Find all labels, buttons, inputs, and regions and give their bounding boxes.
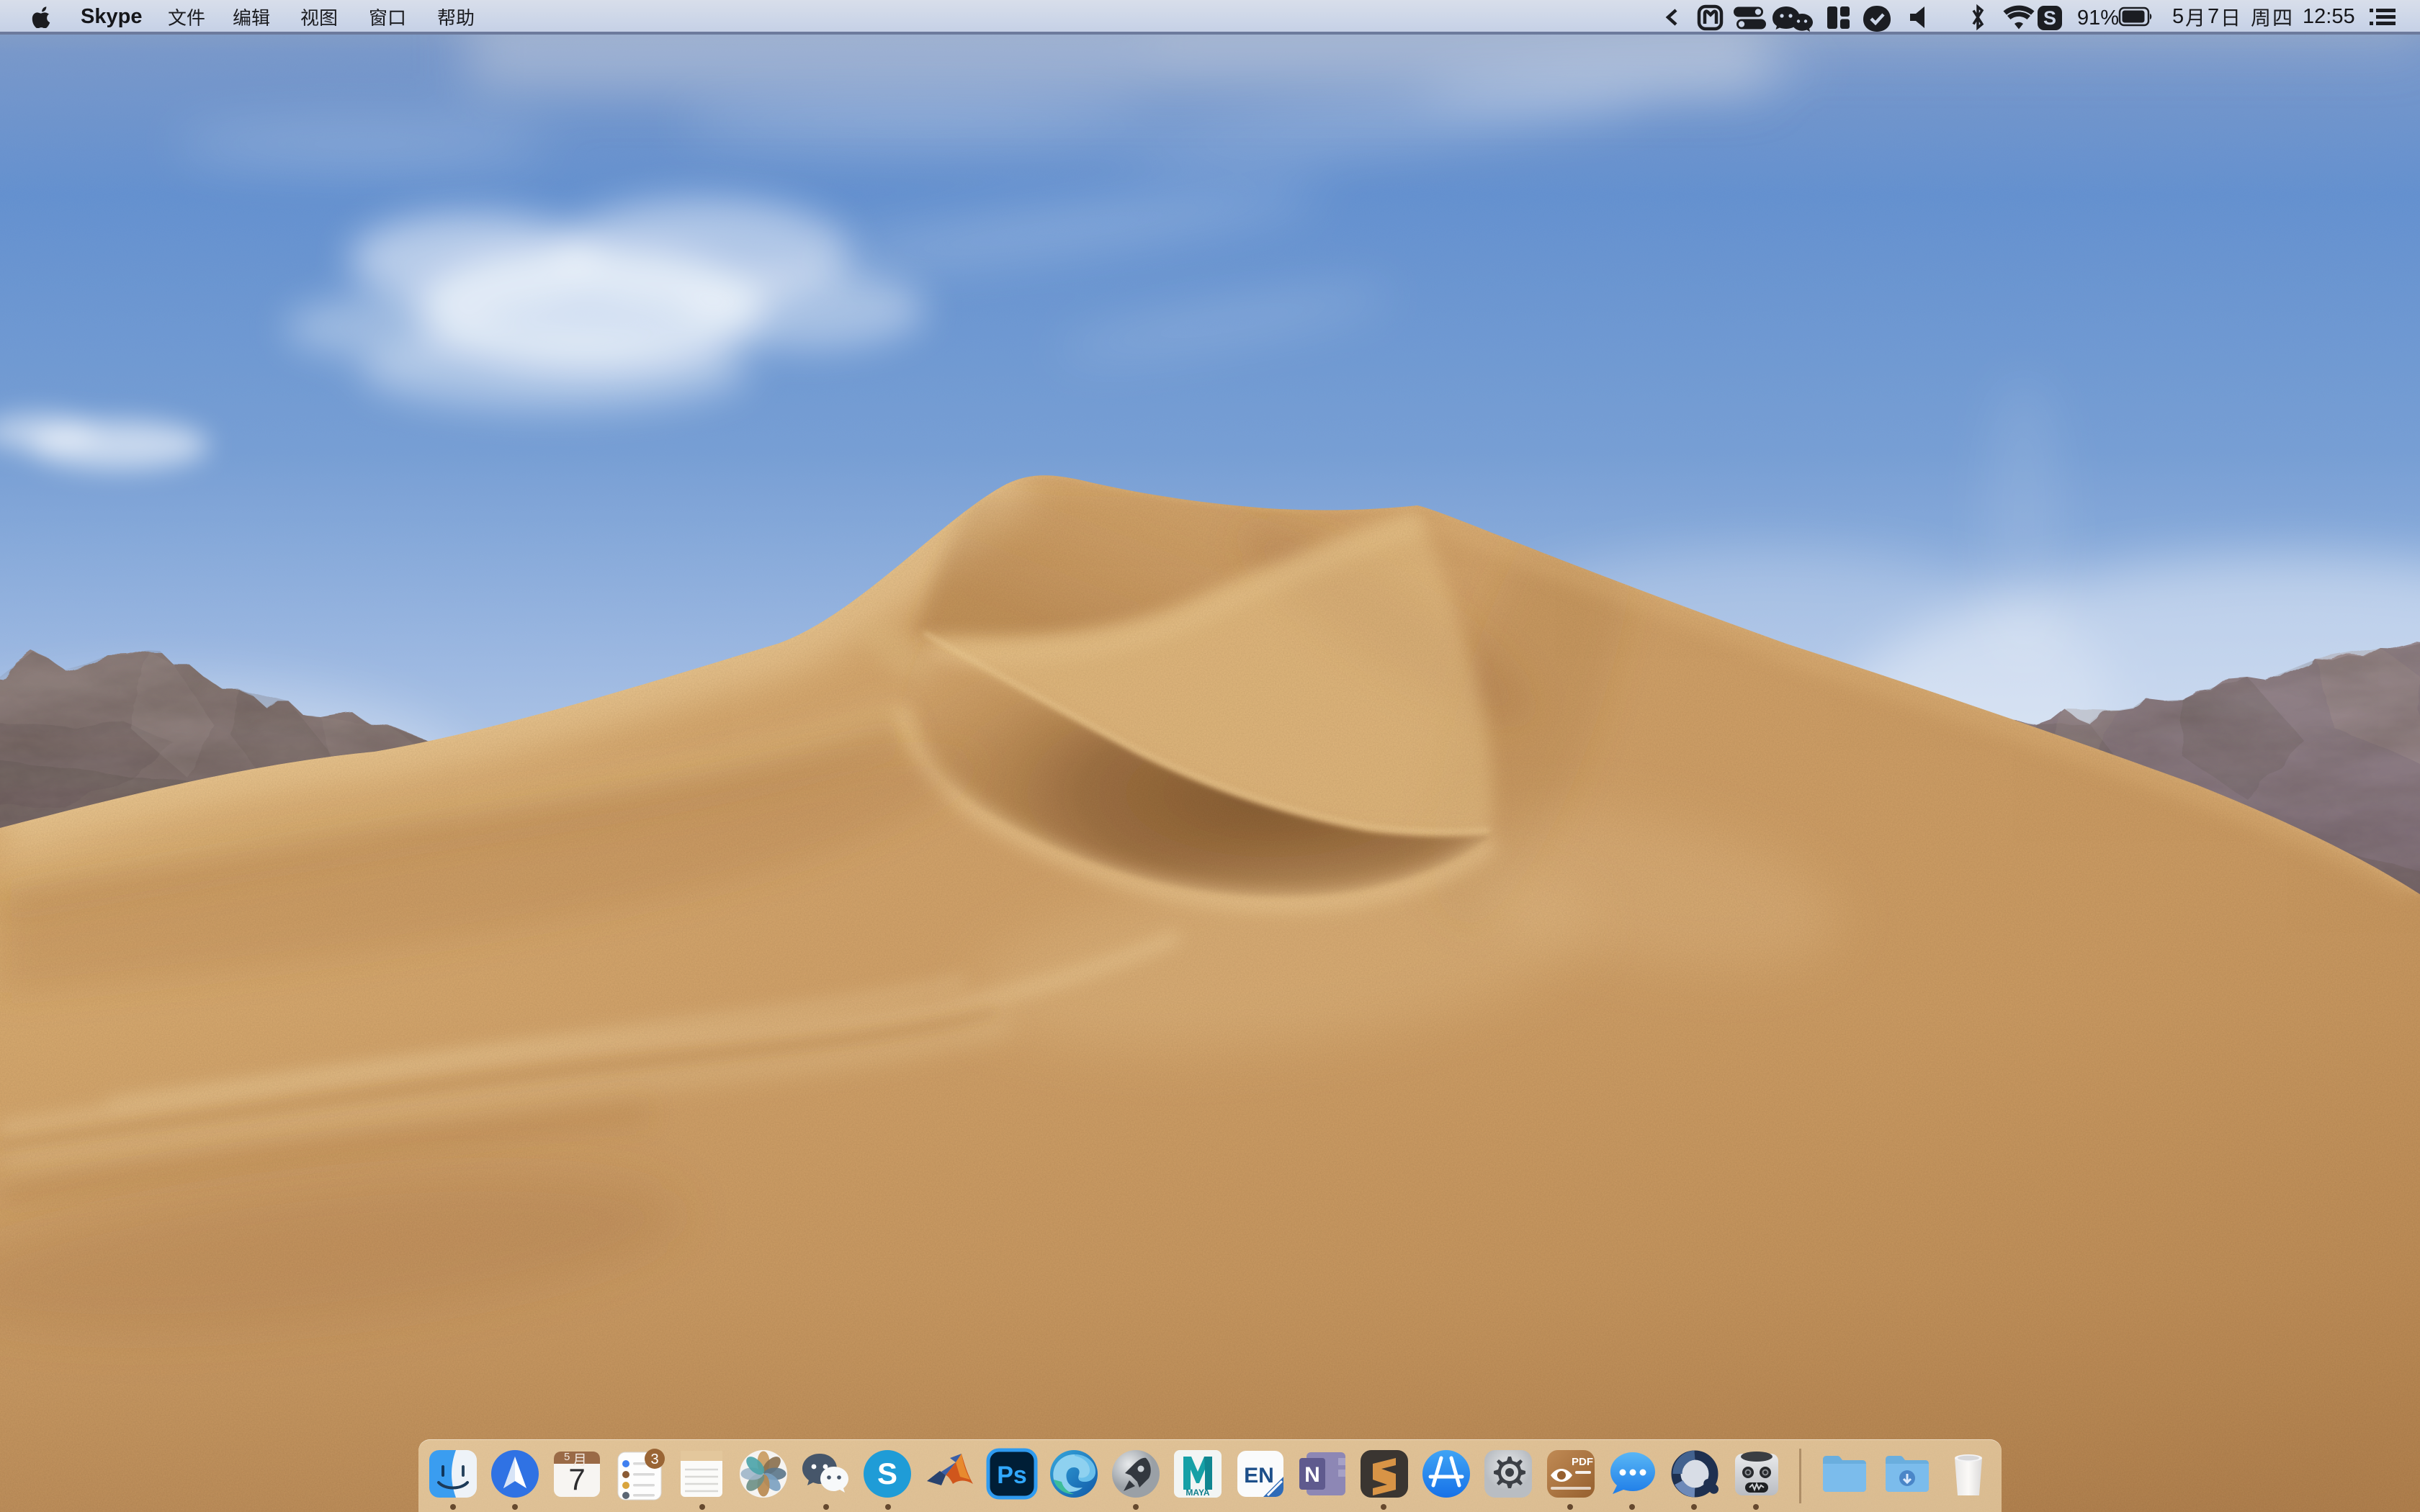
svg-text:Ps: Ps bbox=[997, 1462, 1027, 1489]
svg-text:MAYA: MAYA bbox=[1186, 1488, 1209, 1498]
svg-text:EN: EN bbox=[1244, 1464, 1274, 1488]
svg-text:PDF: PDF bbox=[1572, 1456, 1593, 1468]
svg-text:7: 7 bbox=[568, 1462, 585, 1496]
svg-text:S: S bbox=[877, 1457, 897, 1490]
svg-text:3: 3 bbox=[650, 1452, 658, 1467]
svg-text:N: N bbox=[1304, 1463, 1320, 1487]
svg-text:S: S bbox=[2043, 7, 2056, 29]
svg-text:91%: 91% bbox=[2077, 6, 2119, 30]
